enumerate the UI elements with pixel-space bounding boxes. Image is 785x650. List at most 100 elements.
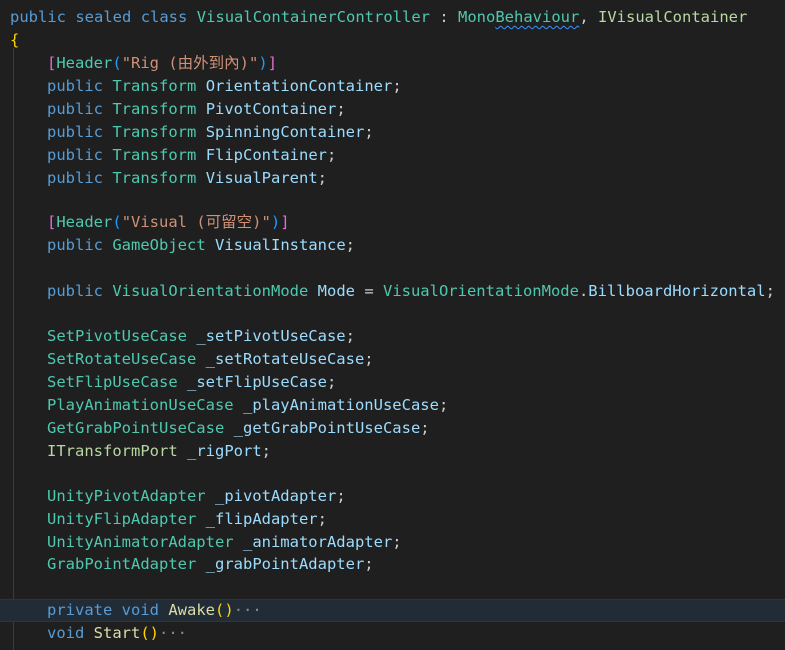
fold-ellipsis-icon[interactable]: ··· <box>234 601 262 619</box>
field-type: UnityFlipAdapter <box>47 510 197 528</box>
interface-name: IVisualContainer <box>598 8 748 26</box>
class-name: VisualContainerController <box>196 8 430 26</box>
field-name: SpinningContainer <box>205 123 365 141</box>
field-name: VisualParent <box>205 169 318 187</box>
field-name: FlipContainer <box>205 146 328 164</box>
code-line-field[interactable]: public Transform VisualParent; <box>0 167 785 190</box>
field-type: GetGrabPointUseCase <box>47 419 225 437</box>
kw-public: public <box>10 8 66 26</box>
colon: : <box>430 8 458 26</box>
fold-ellipsis-icon[interactable]: ··· <box>159 624 187 642</box>
code-line-field[interactable]: public Transform SpinningContainer; <box>0 121 785 144</box>
code-line-field[interactable]: GrabPointAdapter _grabPointAdapter; <box>0 553 785 576</box>
semicolon: ; <box>364 350 374 368</box>
field-name: PivotContainer <box>205 100 337 118</box>
field-modifier: public <box>47 282 103 300</box>
field-name: _rigPort <box>187 442 262 460</box>
field-name: OrientationContainer <box>205 77 393 95</box>
semicolon: ; <box>327 146 337 164</box>
code-line-header-rig[interactable]: [Header("Rig (由外到內)")] <box>0 52 785 75</box>
field-name: _getGrabPointUseCase <box>233 419 421 437</box>
field-name: _setRotateUseCase <box>205 350 365 368</box>
field-type: ITransformPort <box>47 442 178 460</box>
return-type: void <box>47 624 85 642</box>
field-name: _setPivotUseCase <box>196 327 346 345</box>
field-type: Transform <box>112 100 197 118</box>
code-line-method-awake[interactable]: private void Awake()··· <box>0 599 785 622</box>
code-line-field[interactable]: PlayAnimationUseCase _playAnimationUseCa… <box>0 394 785 417</box>
semicolon: ; <box>345 236 356 254</box>
enum-member: BillboardHorizontal <box>588 282 766 300</box>
attr-bracket-open: [ <box>47 54 57 72</box>
field-modifier: public <box>47 100 103 118</box>
field-type: Transform <box>112 146 197 164</box>
open-brace: { <box>10 31 20 49</box>
semicolon: ; <box>345 327 355 345</box>
method-parens: () <box>140 624 160 642</box>
field-modifier: public <box>47 236 103 254</box>
code-line-field[interactable]: SetPivotUseCase _setPivotUseCase; <box>0 325 785 348</box>
kw-sealed: sealed <box>75 8 132 26</box>
semicolon: ; <box>317 169 328 187</box>
attr-bracket-close: ] <box>267 54 278 72</box>
method-parens: () <box>215 601 234 619</box>
base-class-warning[interactable]: Behaviour <box>495 8 579 26</box>
semicolon: ; <box>336 487 346 505</box>
semicolon: ; <box>392 533 402 551</box>
attr-paren-open: ( <box>112 213 122 231</box>
return-type: void <box>121 601 159 619</box>
semicolon: ; <box>336 100 346 118</box>
field-name: _animatorAdapter <box>242 533 393 551</box>
field-name: _pivotAdapter <box>214 487 337 505</box>
field-type: Transform <box>112 77 197 95</box>
field-name: _playAnimationUseCase <box>242 396 439 414</box>
comma: , <box>579 8 598 26</box>
code-line-mode-field[interactable]: public VisualOrientationMode Mode = Visu… <box>0 280 785 303</box>
method-modifier: private <box>47 601 113 619</box>
field-type: Transform <box>112 169 197 187</box>
code-line-field[interactable]: public Transform FlipContainer; <box>0 144 785 167</box>
code-line-field[interactable]: GetGrabPointUseCase _getGrabPointUseCase… <box>0 417 785 440</box>
semicolon: ; <box>364 555 374 573</box>
code-line-field[interactable]: public Transform PivotContainer; <box>0 98 785 121</box>
field-type: Transform <box>112 123 197 141</box>
code-line-field[interactable]: ITransformPort _rigPort; <box>0 440 785 463</box>
assign-operator: = <box>354 282 383 300</box>
code-editor[interactable]: public sealed class VisualContainerContr… <box>0 0 785 650</box>
code-line-field[interactable]: SetRotateUseCase _setRotateUseCase; <box>0 348 785 371</box>
field-type: GrabPointAdapter <box>47 555 197 573</box>
field-type: SetFlipUseCase <box>47 373 178 391</box>
field-name: _setFlipUseCase <box>187 373 327 391</box>
field-name: Mode <box>317 282 355 300</box>
attr-string: "Rig (由外到內)" <box>121 54 259 72</box>
attr-name: Header <box>56 213 113 231</box>
code-line-field[interactable]: public GameObject VisualInstance; <box>0 234 785 257</box>
method-name: Start <box>93 624 141 642</box>
dot: . <box>578 282 589 300</box>
field-type: SetPivotUseCase <box>47 327 187 345</box>
semicolon: ; <box>261 442 271 460</box>
attr-name: Header <box>56 54 113 72</box>
enum-type: VisualOrientationMode <box>382 282 579 300</box>
code-line-field[interactable]: SetFlipUseCase _setFlipUseCase; <box>0 371 785 394</box>
field-type: UnityAnimatorAdapter <box>47 533 234 551</box>
field-type: UnityPivotAdapter <box>47 487 206 505</box>
method-name: Awake <box>168 601 216 619</box>
code-line-header-visual[interactable]: [Header("Visual (可留空)")] <box>0 211 785 234</box>
code-line-field[interactable]: public Transform OrientationContainer; <box>0 75 785 98</box>
field-modifier: public <box>47 123 103 141</box>
attr-bracket-open: [ <box>47 213 57 231</box>
semicolon: ; <box>765 282 775 300</box>
semicolon: ; <box>364 123 374 141</box>
attr-string: "Visual (可留空)" <box>121 213 271 231</box>
code-line-field[interactable]: UnityAnimatorAdapter _animatorAdapter; <box>0 531 785 554</box>
code-line-method-start[interactable]: void Start()··· <box>0 622 785 645</box>
field-type: PlayAnimationUseCase <box>47 396 234 414</box>
code-line-class-decl[interactable]: public sealed class VisualContainerContr… <box>0 6 785 29</box>
semicolon: ; <box>317 510 327 528</box>
code-line-open-brace[interactable]: { <box>0 29 785 52</box>
code-line-field[interactable]: UnityPivotAdapter _pivotAdapter; <box>0 485 785 508</box>
field-name: _grabPointAdapter <box>205 555 365 573</box>
field-type: GameObject <box>112 236 206 254</box>
code-line-field[interactable]: UnityFlipAdapter _flipAdapter; <box>0 508 785 531</box>
